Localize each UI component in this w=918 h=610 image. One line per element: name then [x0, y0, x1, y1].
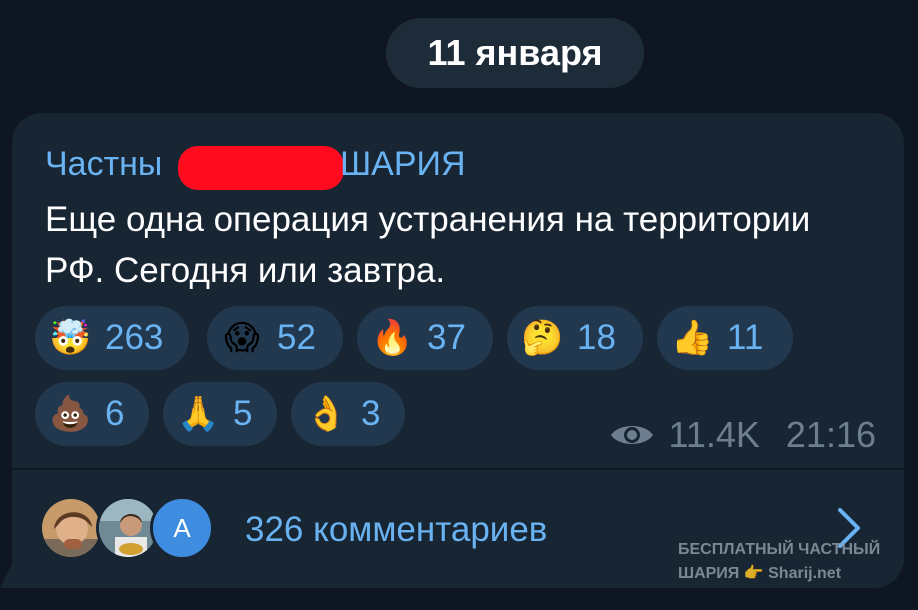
post-meta: 11.4K 21:16: [609, 414, 876, 456]
reaction-count: 11: [727, 318, 764, 357]
reaction-count: 3: [361, 394, 381, 433]
watermark: БЕСПЛАТНЫЙ ЧАСТНЫЙ ШАРИЯ 👉 Sharij.net: [678, 538, 880, 586]
divider: [12, 468, 904, 470]
reaction-count: 5: [233, 394, 253, 433]
comments-link[interactable]: 326 комментариев: [245, 505, 547, 555]
reaction-thumbs-up[interactable]: 👍 11: [657, 306, 793, 370]
watermark-line: ШАРИЯ 👉 Sharij.net: [678, 565, 842, 582]
views-count: 11.4K: [668, 414, 760, 455]
avatar: A: [150, 496, 214, 560]
fire-icon: 🔥: [371, 318, 414, 358]
post-time: 21:16: [785, 414, 876, 455]
reaction-count: 37: [427, 318, 466, 357]
channel-name-end[interactable]: ШАРИЯ: [340, 142, 466, 186]
reaction-ok-hand[interactable]: 👌 3: [291, 382, 405, 446]
folded-hands-icon: 🙏: [177, 394, 220, 434]
message-text: Еще одна операция устранения на территор…: [45, 200, 811, 290]
reaction-poop[interactable]: 💩 6: [35, 382, 149, 446]
channel-name[interactable]: Частны: [45, 142, 162, 186]
watermark-line: БЕСПЛАТНЫЙ ЧАСТНЫЙ: [678, 541, 881, 558]
thinking-face-icon: 🤔: [521, 318, 564, 358]
redaction-mark: [178, 146, 344, 190]
exploding-head-icon: 🤯: [49, 318, 92, 358]
eye-icon: [610, 426, 653, 444]
reaction-count: 18: [577, 318, 616, 357]
reaction-thinking[interactable]: 🤔 18: [507, 306, 643, 370]
message-bubble-tail: [0, 560, 14, 588]
ok-hand-icon: 👌: [305, 394, 348, 434]
reaction-count: 52: [277, 318, 316, 357]
thumbs-up-icon: 👍: [671, 318, 714, 358]
poop-icon: 💩: [49, 394, 92, 434]
reaction-pray[interactable]: 🙏 5: [163, 382, 277, 446]
date-separator: 11 января: [386, 18, 644, 88]
reaction-count: 263: [105, 318, 164, 357]
reaction-exploding-head[interactable]: 🤯 263: [35, 306, 189, 370]
screaming-face-icon: 😱: [224, 318, 260, 358]
avatar: [39, 496, 103, 560]
reaction-fire[interactable]: 🔥 37: [357, 306, 493, 370]
reaction-count: 6: [105, 394, 125, 433]
reaction-screaming[interactable]: 😱 52: [207, 306, 343, 370]
